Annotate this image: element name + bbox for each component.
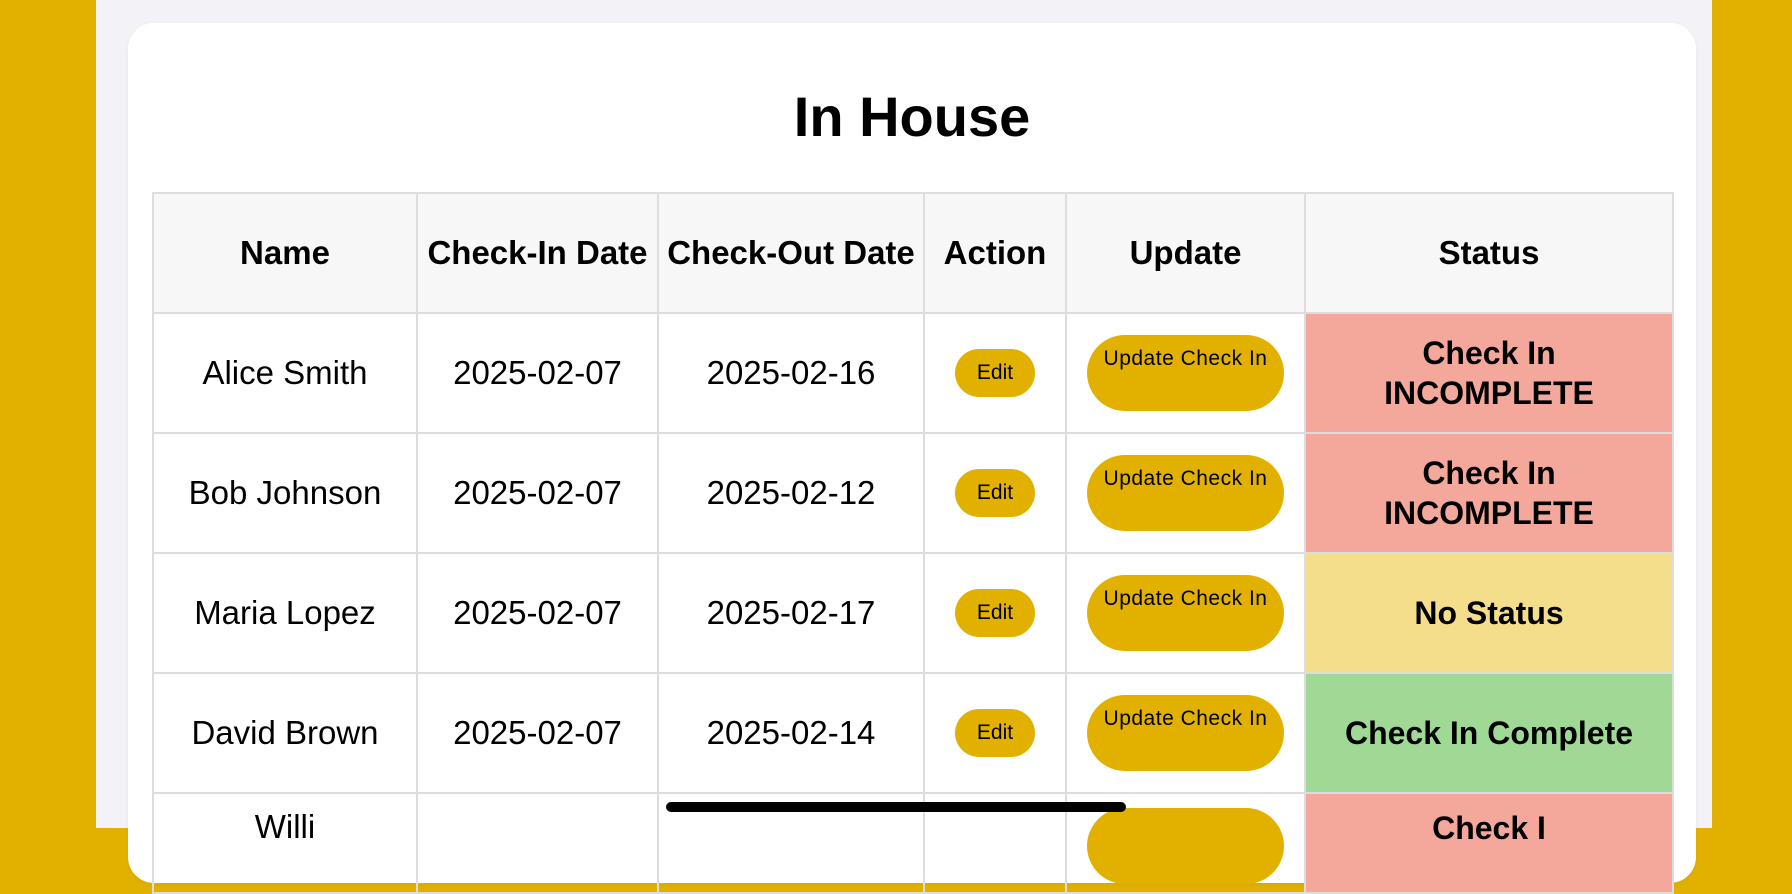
update-check-in-button[interactable]: Update Check In xyxy=(1087,455,1284,531)
update-check-in-button[interactable]: Update Check In xyxy=(1087,695,1284,771)
header-check-out-date: Check-Out Date xyxy=(657,192,925,314)
header-status: Status xyxy=(1304,192,1674,314)
check-out-date: 2025-02-14 xyxy=(657,672,925,794)
action-cell: Edit xyxy=(923,552,1067,674)
action-cell: Edit xyxy=(923,432,1067,554)
status-text: Check I xyxy=(1432,810,1546,846)
guest-name-text: Willi xyxy=(254,808,316,845)
status-badge: No Status xyxy=(1304,552,1674,674)
status-badge: Check In INCOMPLETE xyxy=(1304,312,1674,434)
guest-name: Willi xyxy=(152,792,418,894)
update-cell: Update Check In xyxy=(1065,312,1306,434)
in-house-table: Name Check-In Date Check-Out Date Action… xyxy=(152,192,1674,894)
action-cell: Edit xyxy=(923,312,1067,434)
table-row: Maria Lopez 2025-02-07 2025-02-17 Edit U… xyxy=(152,552,1674,674)
update-cell: Update Check In xyxy=(1065,672,1306,794)
check-in-date: 2025-02-07 xyxy=(416,312,659,434)
update-check-in-button[interactable]: Update Check In xyxy=(1087,335,1284,411)
update-check-in-button[interactable] xyxy=(1087,808,1284,884)
header-check-in-date: Check-In Date xyxy=(416,192,659,314)
status-badge: Check I xyxy=(1304,792,1674,894)
check-in-date: 2025-02-07 xyxy=(416,432,659,554)
action-cell: Edit xyxy=(923,672,1067,794)
header-action: Action xyxy=(923,192,1067,314)
status-badge: Check In Complete xyxy=(1304,672,1674,794)
table-header-row: Name Check-In Date Check-Out Date Action… xyxy=(152,192,1674,314)
check-out-date: 2025-02-16 xyxy=(657,312,925,434)
status-badge: Check In INCOMPLETE xyxy=(1304,432,1674,554)
edit-button[interactable]: Edit xyxy=(955,349,1035,397)
update-cell: Update Check In xyxy=(1065,552,1306,674)
update-check-in-button[interactable]: Update Check In xyxy=(1087,575,1284,651)
check-out-date: 2025-02-12 xyxy=(657,432,925,554)
header-update: Update xyxy=(1065,192,1306,314)
guest-name: Maria Lopez xyxy=(152,552,418,674)
check-in-date xyxy=(416,792,659,894)
update-cell: Update Check In xyxy=(1065,432,1306,554)
guest-name: Bob Johnson xyxy=(152,432,418,554)
guest-name: David Brown xyxy=(152,672,418,794)
page-title: In House xyxy=(793,85,1031,148)
table-row: Alice Smith 2025-02-07 2025-02-16 Edit U… xyxy=(152,312,1674,434)
table-row: Bob Johnson 2025-02-07 2025-02-12 Edit U… xyxy=(152,432,1674,554)
header-name: Name xyxy=(152,192,418,314)
table-row: David Brown 2025-02-07 2025-02-14 Edit U… xyxy=(152,672,1674,794)
check-out-date: 2025-02-17 xyxy=(657,552,925,674)
edit-button[interactable]: Edit xyxy=(955,709,1035,757)
edit-button[interactable]: Edit xyxy=(955,589,1035,637)
check-in-date: 2025-02-07 xyxy=(416,552,659,674)
guest-name: Alice Smith xyxy=(152,312,418,434)
horizontal-scroll-indicator[interactable] xyxy=(666,802,1126,812)
edit-button[interactable]: Edit xyxy=(955,469,1035,517)
check-in-date: 2025-02-07 xyxy=(416,672,659,794)
